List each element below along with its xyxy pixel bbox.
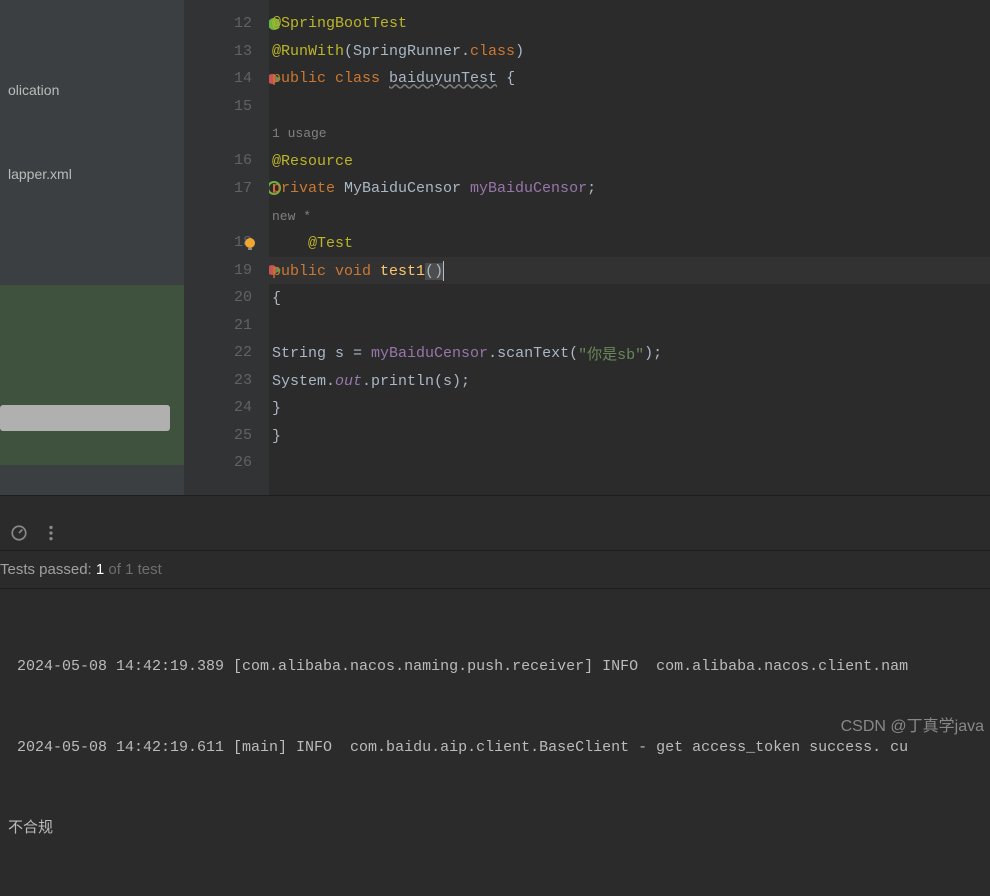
sidebar-item-application[interactable]: olication xyxy=(0,78,184,102)
code-text: { xyxy=(272,290,281,307)
line-number: 20 xyxy=(234,289,252,306)
annotation: @RunWith xyxy=(272,43,344,60)
tests-total-label: of 1 test xyxy=(104,561,162,578)
code-text: } xyxy=(272,400,281,417)
test-status-bar: Tests passed: 1 of 1 test xyxy=(0,551,990,588)
tests-passed-label: Tests passed: xyxy=(0,561,96,578)
bracket: ( xyxy=(425,263,434,280)
line-number: 12 xyxy=(234,15,252,32)
code-text: .println(s); xyxy=(362,373,470,390)
line-number: 16 xyxy=(234,152,252,169)
string-literal: "你是sb" xyxy=(578,343,644,364)
line-number: 13 xyxy=(234,43,252,60)
field-name: myBaiduCensor xyxy=(470,180,587,197)
annotation: @Resource xyxy=(272,153,353,170)
more-icon[interactable] xyxy=(42,524,60,542)
type-name: MyBaiduCensor xyxy=(344,180,470,197)
run-panel: Tests passed: 1 of 1 test 2024-05-08 14:… xyxy=(0,495,990,746)
code-text: } xyxy=(272,428,281,445)
line-number: 21 xyxy=(234,317,252,334)
sidebar-item-mapper[interactable]: lapper.xml xyxy=(0,162,184,186)
code-editor[interactable]: @SpringBootTest @RunWith(SpringRunner.cl… xyxy=(272,10,662,450)
keyword: public void xyxy=(272,263,380,280)
method-name: test1 xyxy=(380,263,425,280)
keyword: class xyxy=(470,43,515,60)
class-name: baiduyunTest xyxy=(389,70,497,87)
code-text: System. xyxy=(272,373,335,390)
fold-indicator-strip xyxy=(260,0,269,495)
code-text: ) xyxy=(515,43,524,60)
line-number: 14 xyxy=(234,70,252,87)
code-text: (SpringRunner. xyxy=(344,43,470,60)
keyword: private xyxy=(272,180,344,197)
tests-passed-count: 1 xyxy=(96,561,104,578)
annotation: @SpringBootTest xyxy=(272,15,407,32)
bracket: ) xyxy=(434,263,443,280)
new-hint[interactable]: new * xyxy=(272,209,311,224)
line-number: 17 xyxy=(234,180,252,197)
run-toolbar xyxy=(0,496,990,551)
code-text: ; xyxy=(587,180,596,197)
usage-hint[interactable]: 1 usage xyxy=(272,126,327,141)
dashboard-icon[interactable] xyxy=(10,524,28,542)
keyword: public class xyxy=(272,70,389,87)
console-line: 2024-05-08 14:42:19.611 [main] INFO com.… xyxy=(8,734,990,761)
project-sidebar[interactable]: olication lapper.xml xyxy=(0,0,184,495)
static-field: out xyxy=(335,373,362,390)
line-number: 22 xyxy=(234,344,252,361)
sidebar-coverage-block xyxy=(0,285,184,465)
code-text: .scanText( xyxy=(488,345,578,362)
line-number: 15 xyxy=(234,98,252,115)
line-number: 23 xyxy=(234,372,252,389)
annotation: @Test xyxy=(308,235,353,252)
intention-bulb-icon[interactable] xyxy=(242,236,258,252)
text-cursor xyxy=(443,261,444,281)
console-output[interactable]: 2024-05-08 14:42:19.389 [com.alibaba.nac… xyxy=(0,588,990,896)
code-text: ); xyxy=(644,345,662,362)
console-line: 不合规 xyxy=(8,815,990,842)
code-text: { xyxy=(497,70,515,87)
field-ref: myBaiduCensor xyxy=(371,345,488,362)
line-number: 19 xyxy=(234,262,252,279)
line-number: 25 xyxy=(234,427,252,444)
watermark: CSDN @丁真学java xyxy=(841,712,984,736)
line-number: 24 xyxy=(234,399,252,416)
console-line: 2024-05-08 14:42:19.389 [com.alibaba.nac… xyxy=(8,653,990,680)
code-text: String s = xyxy=(272,345,371,362)
sidebar-selected-row[interactable] xyxy=(0,405,170,431)
line-number: 26 xyxy=(234,454,252,471)
